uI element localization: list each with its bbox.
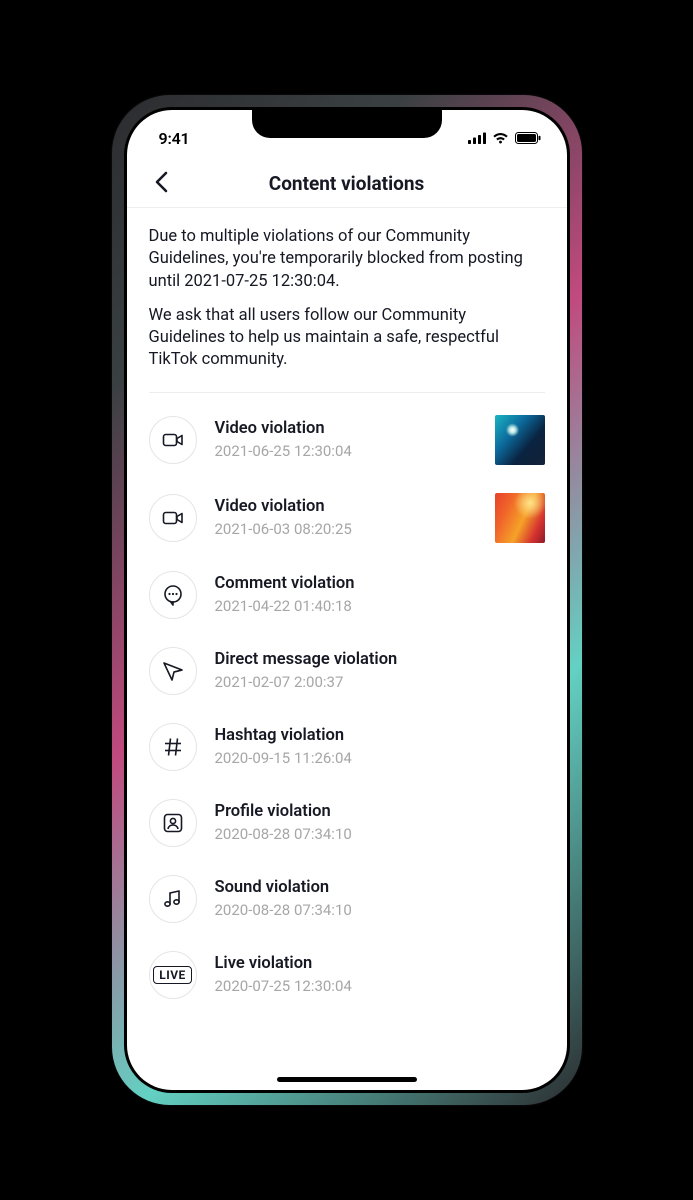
top-bar: Content violations	[127, 160, 567, 208]
violation-text: Video violation 2021-06-25 12:30:04	[215, 419, 477, 460]
notch	[252, 110, 442, 138]
description-line-2: We ask that all users follow our Communi…	[149, 305, 545, 372]
video-icon	[149, 494, 197, 542]
violation-row[interactable]: LIVE Live violation 2020-07-25 12:30:04	[149, 937, 545, 1013]
violation-row[interactable]: Profile violation 2020-08-28 07:34:10	[149, 785, 545, 861]
violation-date: 2020-08-28 07:34:10	[215, 901, 545, 919]
comment-icon	[149, 571, 197, 619]
description-line-1: Due to multiple violations of our Commun…	[149, 226, 545, 293]
violation-date: 2020-09-15 11:26:04	[215, 749, 545, 767]
violation-date: 2020-08-28 07:34:10	[215, 825, 545, 843]
page-title: Content violations	[269, 172, 424, 195]
violation-text: Sound violation 2020-08-28 07:34:10	[215, 878, 545, 919]
violation-title: Hashtag violation	[215, 726, 545, 747]
violation-date: 2021-06-25 12:30:04	[215, 442, 477, 460]
back-button[interactable]	[141, 160, 181, 207]
violation-row[interactable]: Direct message violation 2021-02-07 2:00:…	[149, 633, 545, 709]
hashtag-icon	[149, 723, 197, 771]
battery-icon	[515, 132, 541, 144]
divider	[149, 392, 545, 393]
wifi-icon	[492, 132, 509, 144]
phone-inner: 9:41	[124, 107, 570, 1093]
violation-row[interactable]: Hashtag violation 2020-09-15 11:26:04	[149, 709, 545, 785]
chevron-left-icon	[154, 171, 168, 197]
violation-title: Direct message violation	[215, 650, 545, 671]
violation-row[interactable]: Video violation 2021-06-25 12:30:04	[149, 401, 545, 479]
video-icon	[149, 416, 197, 464]
live-icon: LIVE	[149, 951, 197, 999]
violation-text: Live violation 2020-07-25 12:30:04	[215, 954, 545, 995]
status-indicators	[468, 132, 541, 144]
violation-text: Hashtag violation 2020-09-15 11:26:04	[215, 726, 545, 767]
violation-text: Video violation 2021-06-03 08:20:25	[215, 497, 477, 538]
violation-title: Sound violation	[215, 878, 545, 899]
sound-icon	[149, 875, 197, 923]
violations-list: Video violation2021-06-25 12:30:04Video …	[149, 401, 545, 1013]
status-time: 9:41	[159, 129, 190, 148]
violation-date: 2021-06-03 08:20:25	[215, 520, 477, 538]
violation-row[interactable]: Sound violation 2020-08-28 07:34:10	[149, 861, 545, 937]
violation-row[interactable]: Comment violation 2021-04-22 01:40:18	[149, 557, 545, 633]
phone-frame: 9:41	[112, 95, 582, 1105]
violation-title: Profile violation	[215, 802, 545, 823]
violation-title: Video violation	[215, 497, 477, 518]
direct-message-icon	[149, 647, 197, 695]
home-indicator[interactable]	[277, 1077, 417, 1082]
violation-text: Profile violation 2020-08-28 07:34:10	[215, 802, 545, 843]
cellular-icon	[468, 132, 486, 144]
violation-thumbnail	[495, 493, 545, 543]
violation-date: 2021-04-22 01:40:18	[215, 597, 545, 615]
live-badge: LIVE	[153, 966, 192, 984]
violation-date: 2021-02-07 2:00:37	[215, 673, 545, 691]
screen: 9:41	[127, 110, 567, 1090]
violation-row[interactable]: Video violation 2021-06-03 08:20:25	[149, 479, 545, 557]
violation-title: Comment violation	[215, 574, 545, 595]
violation-text: Direct message violation 2021-02-07 2:00:…	[215, 650, 545, 691]
violation-thumbnail	[495, 415, 545, 465]
violation-date: 2020-07-25 12:30:04	[215, 977, 545, 995]
profile-icon	[149, 799, 197, 847]
violation-title: Live violation	[215, 954, 545, 975]
description-block: Due to multiple violations of our Commun…	[149, 226, 545, 372]
violation-title: Video violation	[215, 419, 477, 440]
violation-text: Comment violation 2021-04-22 01:40:18	[215, 574, 545, 615]
page-content[interactable]: Due to multiple violations of our Commun…	[127, 208, 567, 1090]
